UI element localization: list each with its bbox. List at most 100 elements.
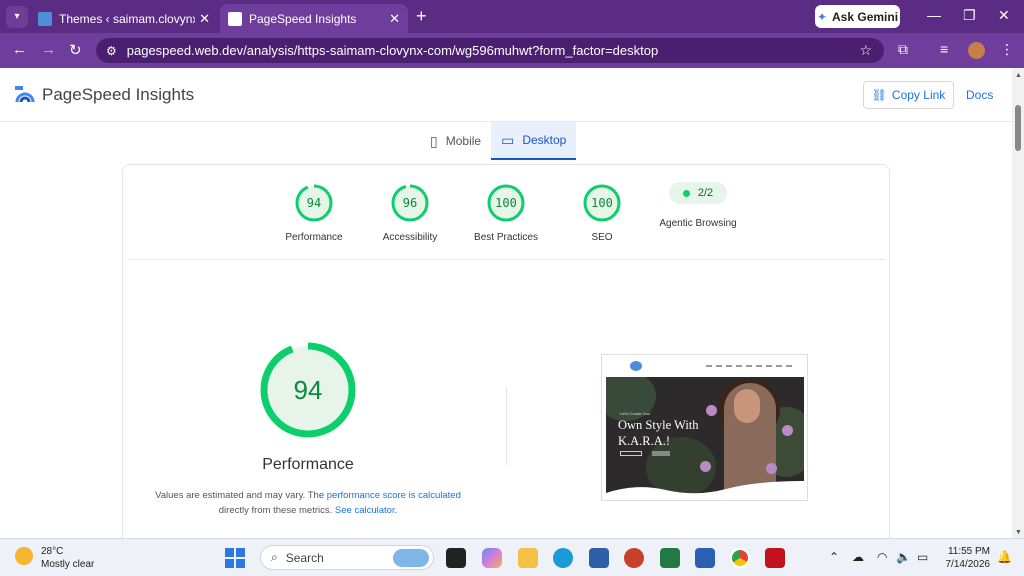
hero-button [620,451,642,456]
copy-link-button[interactable]: ⛓ Copy Link [863,81,954,109]
score-best-practices[interactable]: 100 Best Practices [456,183,556,243]
edge-icon[interactable] [553,548,573,568]
performance-score-link[interactable]: performance score is calculated [327,490,461,501]
task-view-icon[interactable] [446,548,466,568]
address-bar[interactable]: ⚙ pagespeed.web.dev/analysis/https-saima… [96,38,884,63]
file-explorer-icon[interactable] [518,548,538,568]
tab-mobile-label: Mobile [445,134,482,148]
browser-tab-strip: ▾ Themes ‹ saimam.clovynx.com ✕ PageSpee… [0,0,1024,33]
ask-gemini-label: Ask Gemini [832,9,899,24]
note-text: Values are estimated and may vary. The [155,490,327,501]
score-value: 94 [306,196,322,210]
notification-bell-icon[interactable]: 🔔 [997,550,1012,564]
hero-eyebrow: Let's Create Your [620,411,651,416]
forward-arrow-icon[interactable]: → [41,41,56,58]
volume-icon[interactable]: 🔈 [896,550,911,564]
screenshot-hero: Let's Create Your Own Style With K.A.R.A… [606,377,804,495]
page-title: PageSpeed Insights [42,85,195,104]
agentic-value: 2/2 [697,187,714,199]
tab-mobile[interactable]: ▯ Mobile [420,122,491,160]
wifi-icon[interactable]: ◠ [877,550,887,564]
score-label: Accessibility [382,232,438,243]
windows-start-icon[interactable] [225,548,245,568]
onedrive-cloud-icon[interactable]: ☁ [852,550,864,564]
score-seo[interactable]: 100 SEO [552,183,652,243]
weather-temp: 28°C [41,546,64,557]
score-label: SEO [591,232,613,243]
bookmark-star-icon[interactable]: ☆ [859,42,872,59]
tab-desktop-label: Desktop [522,133,567,147]
score-gauge: 100 [582,183,622,223]
score-label: Performance [285,232,343,243]
scroll-down-icon[interactable]: ▼ [1015,529,1022,536]
more-menu-icon[interactable]: ⋮ [1000,41,1014,58]
vertical-divider [506,387,507,465]
link-icon: ⛓ [871,88,887,102]
powerpoint-icon[interactable] [624,548,644,568]
search-highlight-icon [393,549,429,567]
battery-icon[interactable]: ▭ [917,550,928,564]
tab-search-chevron-icon[interactable]: ▾ [6,5,28,28]
close-icon[interactable]: ✕ [199,11,210,27]
new-tab-button[interactable]: + [416,6,427,27]
score-value: 100 [495,196,517,210]
minimize-icon[interactable]: — [927,7,941,23]
site-favicon-icon [38,11,52,26]
system-clock[interactable]: 11:55 PM 7/14/2026 [940,545,991,571]
back-arrow-icon[interactable]: ← [12,41,27,58]
tray-overflow-icon[interactable]: ⌃ [829,550,839,564]
reading-list-icon[interactable]: ≡ [940,41,948,57]
address-url[interactable]: pagespeed.web.dev/analysis/https-saimam-… [127,43,860,58]
weather-widget[interactable]: 28°C Mostly clear [41,545,94,571]
word-icon[interactable] [695,548,715,568]
excel-icon[interactable] [660,548,680,568]
performance-score: 94 [293,375,323,405]
hero-button [652,451,670,456]
store-icon[interactable] [589,548,609,568]
reload-icon[interactable]: ↻ [69,41,82,59]
site-nav [706,365,796,367]
score-gauge: 96 [390,183,430,223]
scroll-up-icon[interactable]: ▲ [1015,72,1022,79]
agentic-pill: 2/2 [669,182,727,204]
copy-link-label: Copy Link [891,88,946,102]
performance-title: Performance [262,456,354,473]
note-text: . [394,505,398,516]
score-agentic-browsing[interactable]: 2/2 Agentic Browsing [648,173,748,229]
chrome-icon[interactable] [730,548,750,568]
ask-gemini-button[interactable]: ✦ Ask Gemini [815,5,900,28]
model-face [734,389,760,423]
restore-icon[interactable]: ❐ [963,7,976,24]
final-screenshot: Let's Create Your Own Style With K.A.R.A… [601,354,808,501]
hero-wave [606,481,804,495]
mcafee-icon[interactable] [765,548,785,568]
score-summary: 94 Performance 96 Accessibility 100 Best… [123,165,891,261]
site-info-icon[interactable]: ⚙ [106,44,117,58]
copilot-icon[interactable] [482,548,502,568]
see-calculator-link[interactable]: See calculator [335,505,395,516]
score-performance[interactable]: 94 Performance [264,183,364,243]
clock-date: 7/14/2026 [945,559,991,570]
browser-tab-pagespeed[interactable]: PageSpeed Insights ✕ [220,4,408,33]
report-card: 94 Performance 96 Accessibility 100 Best… [122,164,890,538]
clock-time: 11:55 PM [947,546,990,557]
score-accessibility[interactable]: 96 Accessibility [360,183,460,243]
taskbar-search[interactable]: ⌕ Search [260,545,434,570]
gemini-spark-icon: ✦ [816,9,828,24]
tab-title: PageSpeed Insights [249,11,357,26]
page-scrollbar[interactable]: ▲ ▼ [1012,68,1024,538]
profile-avatar[interactable] [968,42,985,59]
headline-line: Own Style With [618,418,699,432]
browser-tab-themes[interactable]: Themes ‹ saimam.clovynx.com ✕ [30,4,218,33]
weather-moon-icon[interactable] [15,547,33,565]
extensions-puzzle-icon[interactable]: ⧉ [898,41,908,58]
note-text: directly from these metrics. [218,505,335,516]
scroll-thumb[interactable] [1015,105,1021,151]
score-label: Best Practices [474,232,538,243]
close-window-icon[interactable]: ✕ [998,7,1010,24]
headline-line: K.A.R.A.! [618,434,671,448]
pagespeed-logo-icon [15,86,35,103]
tab-desktop[interactable]: ▭ Desktop [491,122,577,160]
docs-link[interactable]: Docs [966,88,993,102]
close-icon[interactable]: ✕ [389,11,400,27]
